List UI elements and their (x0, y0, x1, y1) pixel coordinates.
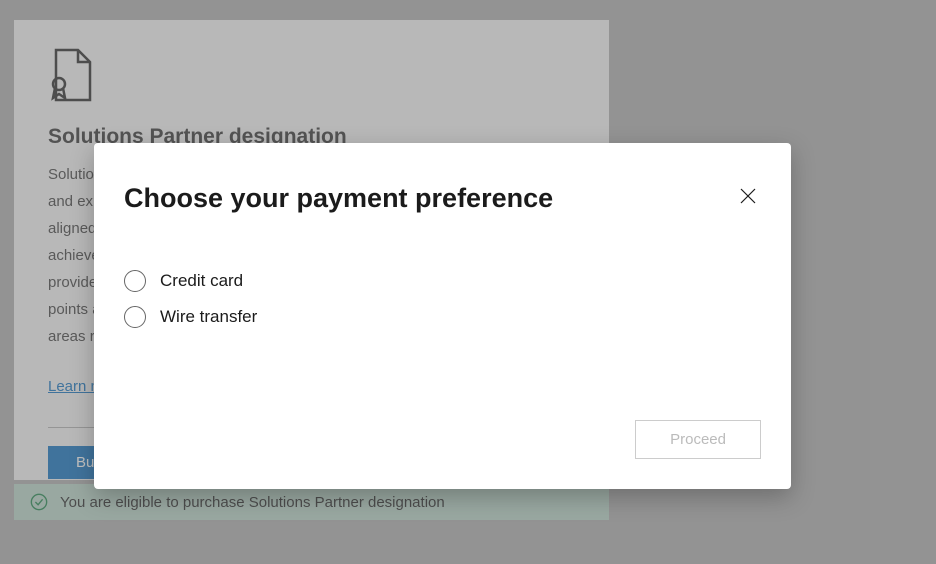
modal-title: Choose your payment preference (124, 183, 553, 214)
close-icon (739, 187, 757, 205)
credit-card-option[interactable]: Credit card (124, 270, 761, 292)
wire-transfer-label: Wire transfer (160, 307, 257, 327)
credit-card-label: Credit card (160, 271, 243, 291)
wire-transfer-option[interactable]: Wire transfer (124, 306, 761, 328)
radio-icon (124, 270, 146, 292)
radio-icon (124, 306, 146, 328)
modal-header: Choose your payment preference (124, 183, 761, 214)
payment-preference-modal: Choose your payment preference Credit ca… (94, 143, 791, 489)
proceed-button[interactable]: Proceed (635, 420, 761, 459)
close-button[interactable] (735, 183, 761, 213)
payment-options-group: Credit card Wire transfer (124, 270, 761, 328)
